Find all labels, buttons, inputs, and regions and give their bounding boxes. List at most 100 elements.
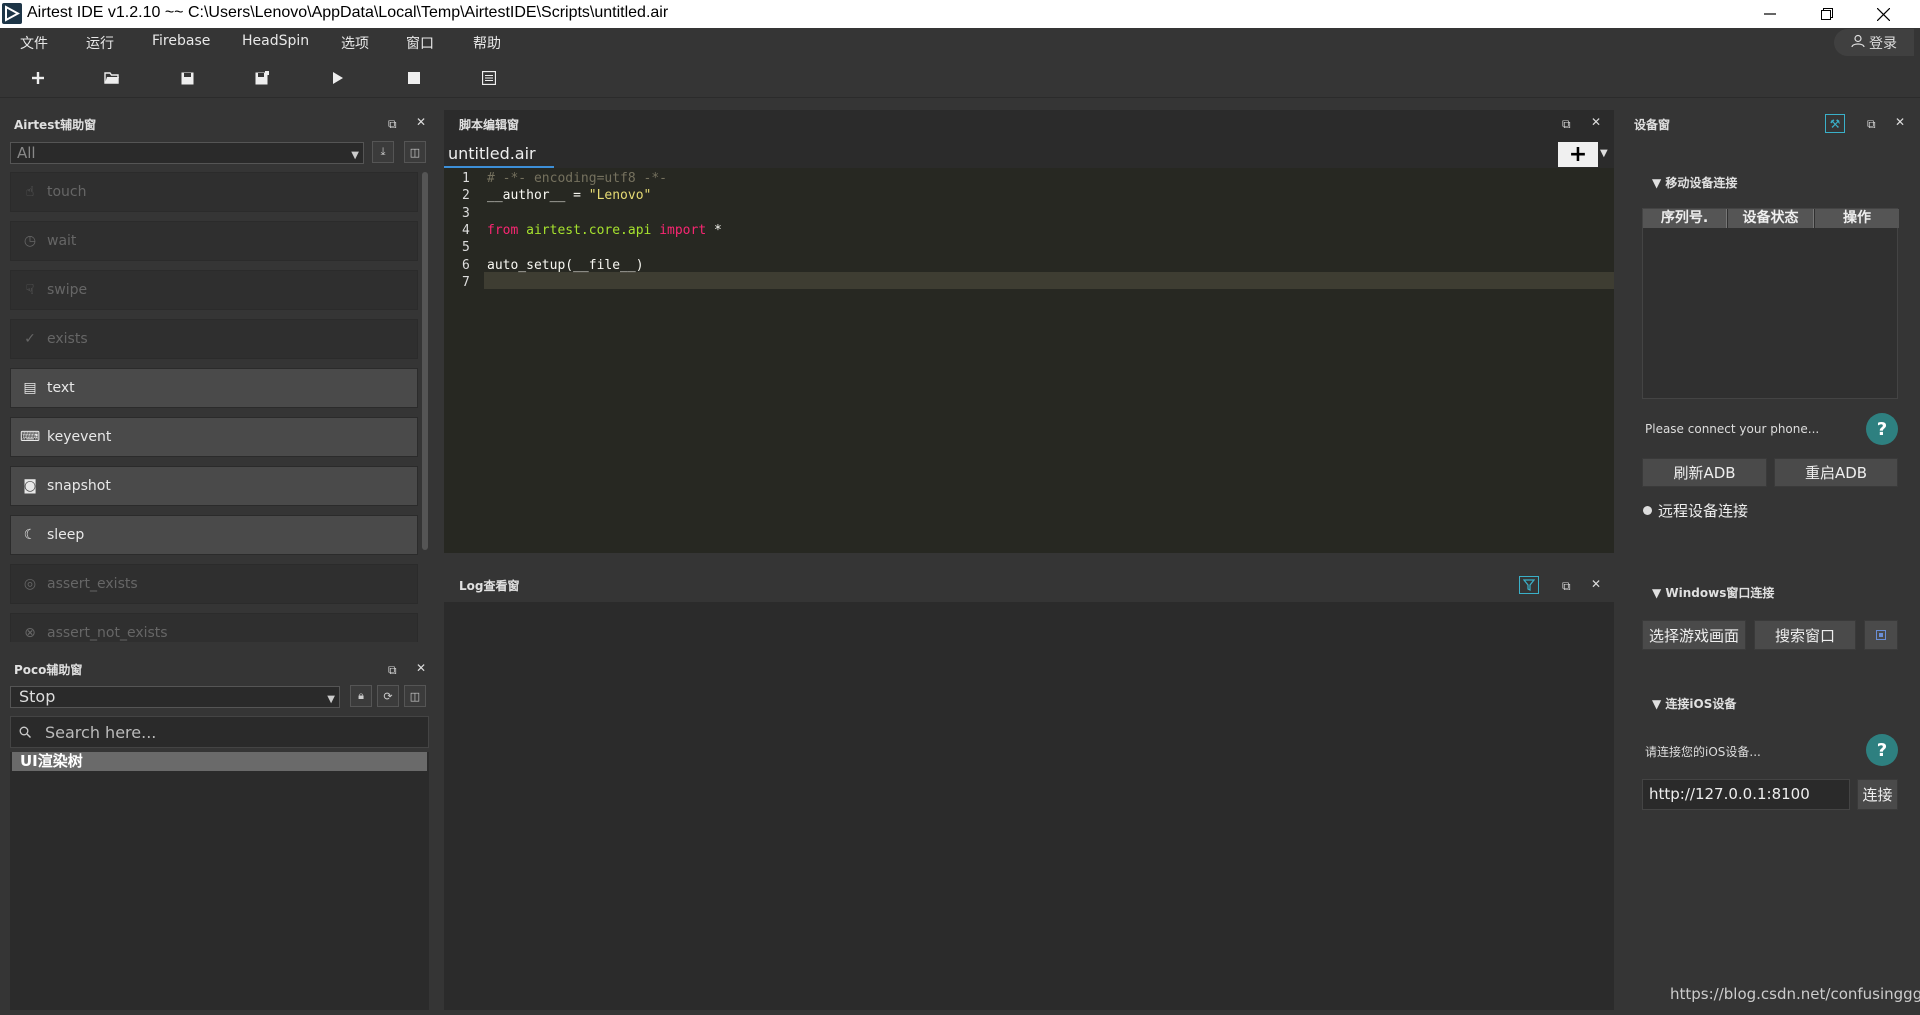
api-item-touch[interactable]: ☝ touch [10,172,418,212]
ios-connect-button[interactable]: 连接 [1857,779,1898,810]
check-circle-icon: ✓ [24,331,36,347]
record-icon[interactable]: ◫ [404,685,426,707]
api-item-label: wait [47,233,77,249]
tab-menu-chevron-icon[interactable]: ▼ [1600,148,1608,159]
text-box-icon: ▤ [23,380,37,396]
ios-section-header[interactable]: ▼ 连接iOS设备 [1652,695,1736,712]
code-editor[interactable]: 1 # -*- encoding=utf8 -*- 2 __author__ = "L… [444,168,1614,553]
code-text: __author__ = "Lenovo" [487,188,652,204]
api-item-label: sleep [47,527,85,543]
minimize-icon[interactable] [1741,0,1798,28]
float-panel-icon[interactable]: ⧉ [1562,579,1571,594]
code-line[interactable]: 6 auto_setup(__file__) [444,257,1614,274]
mobile-section-header[interactable]: ▼ 移动设备连接 [1652,174,1737,191]
tab-label: untitled.air [448,144,536,163]
tab-untitled[interactable]: untitled.air ✕ [444,142,554,187]
editor-panel-title: 脚本编辑窗 [459,117,520,132]
poco-mode-select[interactable]: Stop ▼ [10,686,340,708]
api-item-label: swipe [47,282,88,298]
float-panel-icon[interactable]: ⧉ [388,663,397,678]
search-window-button[interactable]: 搜索窗口 [1754,620,1856,650]
api-item-wait[interactable]: ◷ wait [10,221,418,261]
ios-url-input[interactable]: http://127.0.0.1:8100 [1642,779,1850,810]
code-line[interactable]: 1 # -*- encoding=utf8 -*- [444,170,1614,187]
device-panel-header: 设备窗 [1634,111,1834,137]
filter-icon[interactable] [1519,576,1539,594]
refresh-adb-button[interactable]: 刷新ADB [1642,458,1767,487]
api-item-label: keyevent [47,429,112,445]
close-panel-icon[interactable]: ✕ [1591,115,1601,129]
login-button[interactable]: 登录 [1834,29,1914,56]
mobile-section-title: 移动设备连接 [1665,176,1738,190]
poco-search-input[interactable]: Search here... [10,716,429,748]
column-status[interactable]: 设备状态 [1728,209,1814,228]
moon-icon: ☾ [23,527,37,543]
chevron-down-icon: ▼ [327,694,335,705]
column-serial[interactable]: 序列号. [1643,209,1727,228]
code-line[interactable]: 5 [444,239,1614,256]
close-icon[interactable] [1855,0,1912,28]
refresh-icon[interactable]: ⟳ [377,685,399,707]
tools-icon[interactable]: ⚒ [1825,114,1845,133]
remote-connect-toggle[interactable]: 远程设备连接 [1643,500,1748,521]
code-text: # -*- encoding=utf8 -*- [487,171,668,186]
api-item-label: assert_not_exists [47,625,168,641]
airtest-scrollbar[interactable] [422,172,428,550]
add-tab-button[interactable]: + [1558,142,1598,167]
code-line[interactable]: 7 [444,274,1614,291]
windows-section-header[interactable]: ▼ Windows窗口连接 [1652,584,1774,601]
code-text: auto_setup(__file__) [487,257,644,273]
keyboard-icon: ⌨ [19,429,41,445]
airtest-api-list: ☝ touch ◷ wait ☟ swipe ✓ exists ▤ text ⌨ keyevent ◙ s… [0,0,440,642]
log-view-icon[interactable] [477,66,501,90]
line-number: 2 [462,188,470,204]
code-line[interactable]: 4 from airtest.core.api import * [444,222,1614,239]
triangle-down-icon: ▼ [1652,176,1666,190]
lock-icon[interactable]: 🔒︎ [350,685,372,707]
line-number: 1 [462,171,470,186]
log-output [444,602,1614,1010]
float-panel-icon[interactable]: ⧉ [1562,117,1571,132]
ios-section-title: 连接iOS设备 [1665,697,1737,711]
api-item-keyevent[interactable]: ⌨ keyevent [10,417,418,457]
restart-adb-button[interactable]: 重启ADB [1774,458,1898,487]
line-number: 6 [462,257,470,273]
line-number: 5 [462,240,470,256]
api-item-sleep[interactable]: ☾ sleep [10,515,418,555]
column-action[interactable]: 操作 [1815,209,1899,228]
login-label: 登录 [1869,35,1897,52]
window-capture-icon[interactable] [1864,620,1898,650]
api-item-assert-not-exists[interactable]: ⊗ assert_not_exists [10,613,418,642]
line-number: 3 [462,205,470,221]
api-item-snapshot[interactable]: ◙ snapshot [10,466,418,506]
line-number: 4 [462,222,470,238]
api-item-assert-exists[interactable]: ◎ assert_exists [10,564,418,604]
code-line[interactable]: 3 [444,205,1614,222]
menu-help[interactable]: 帮助 [473,33,501,53]
tree-root-item[interactable]: UI渲染树 [12,752,427,771]
log-panel-title: Log查看窗 [459,578,520,593]
restore-icon[interactable] [1798,0,1855,28]
select-game-button[interactable]: 选择游戏画面 [1642,620,1746,650]
log-panel-header: Log查看窗 [459,572,859,598]
close-panel-icon[interactable]: ✕ [1895,115,1905,129]
bullet-dot-icon [1643,506,1652,515]
camera-icon: ◙ [23,478,37,494]
api-item-text[interactable]: ▤ text [10,368,418,408]
api-item-label: snapshot [47,478,111,494]
editor-panel-header: 脚本编辑窗 [459,111,859,137]
code-line[interactable]: 2 __author__ = "Lenovo" [444,187,1614,204]
api-item-swipe[interactable]: ☟ swipe [10,270,418,310]
poco-ui-tree: UI渲染树 [10,752,429,1010]
api-item-exists[interactable]: ✓ exists [10,319,418,359]
line-number: 7 [462,274,470,290]
search-icon [19,723,31,742]
poco-mode-value: Stop [19,687,56,706]
close-panel-icon[interactable]: ✕ [416,661,426,675]
help-icon[interactable]: ? [1866,734,1898,766]
user-icon [1851,34,1865,52]
close-panel-icon[interactable]: ✕ [1591,577,1601,591]
help-icon[interactable]: ? [1866,413,1898,445]
float-panel-icon[interactable]: ⧉ [1867,117,1876,132]
triangle-down-icon: ▼ [1652,586,1666,600]
